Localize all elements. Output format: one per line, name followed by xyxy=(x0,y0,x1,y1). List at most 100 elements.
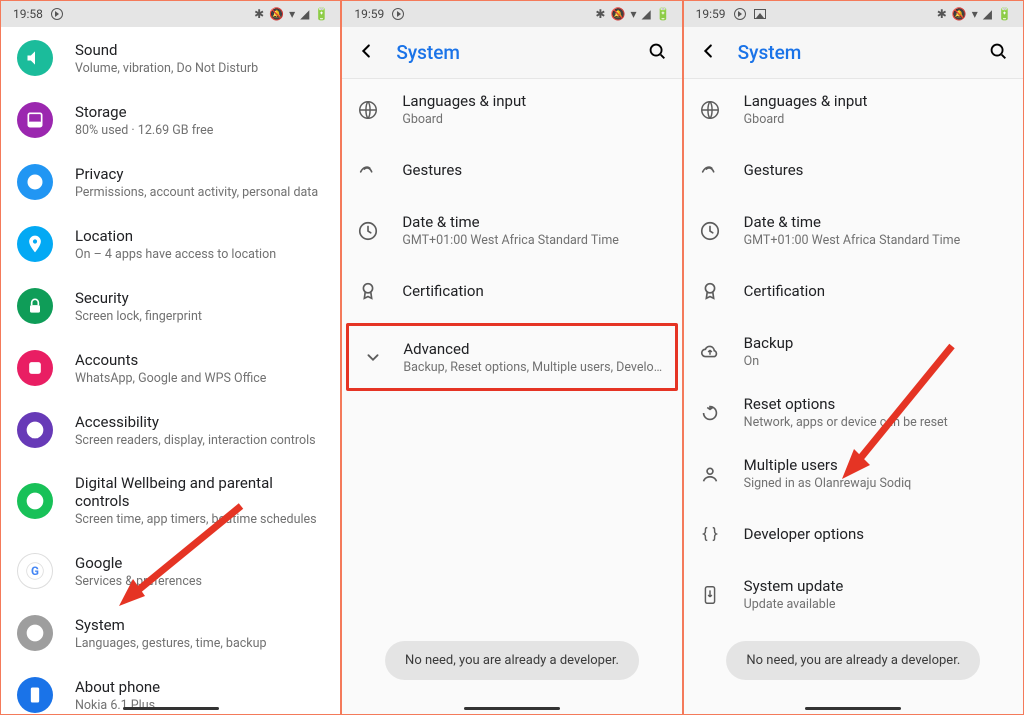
item-subtitle: 80% used · 12.69 GB free xyxy=(75,123,326,138)
settings-list[interactable]: SoundVolume, vibration, Do Not DisturbSt… xyxy=(1,27,340,714)
item-cert[interactable]: Certification xyxy=(684,261,1023,321)
privacy-icon xyxy=(17,164,53,200)
system-list-expanded[interactable]: Languages & inputGboard Gestures Date & ti… xyxy=(684,79,1023,714)
item-storage[interactable]: Storage 80% used · 12.69 GB free xyxy=(1,89,340,151)
item-subtitle: Update available xyxy=(744,597,1009,612)
item-cert[interactable]: Certification xyxy=(342,261,681,321)
item-subtitle: Volume, vibration, Do Not Disturb xyxy=(75,61,326,76)
status-bar: 19:59 ✱🔕▾◢🔋 xyxy=(684,1,1023,27)
item-wellbeing[interactable]: Digital Wellbeing and parental controlsS… xyxy=(1,461,340,540)
item-title: Certification xyxy=(744,282,1009,300)
search-button[interactable] xyxy=(646,40,668,66)
item-gestures[interactable]: Gestures xyxy=(342,140,681,200)
nav-indicator xyxy=(464,707,560,710)
item-update[interactable]: System update Update available xyxy=(684,564,1023,625)
update-icon xyxy=(698,583,722,607)
item-subtitle: Screen lock, fingerprint xyxy=(75,309,326,324)
item-location[interactable]: LocationOn – 4 apps have access to locat… xyxy=(1,213,340,275)
item-subtitle: Services & preferences xyxy=(75,574,326,589)
accessibility-icon xyxy=(17,412,53,448)
item-title: System xyxy=(75,616,326,634)
item-title: Certification xyxy=(402,282,667,300)
item-title: Multiple users xyxy=(744,456,1009,474)
settings-main-panel: 19:58 ✱🔕▾◢🔋 SoundVolume, vibration, Do N… xyxy=(0,0,341,715)
sound-icon xyxy=(17,40,53,76)
system-expanded-panel: 19:59 ✱🔕▾◢🔋 System Languages & inputGboa… xyxy=(683,0,1024,715)
item-title: System update xyxy=(744,577,1009,595)
search-button[interactable] xyxy=(987,40,1009,66)
app-header: System xyxy=(342,27,681,79)
gestures-icon xyxy=(356,158,380,182)
item-subtitle: GMT+01:00 West Africa Standard Time xyxy=(744,233,1009,248)
item-subtitle: On xyxy=(744,354,1009,369)
item-title: About phone xyxy=(75,678,326,696)
item-title: Accessibility xyxy=(75,413,326,431)
item-google[interactable]: Google Services & preferences xyxy=(1,540,340,602)
item-reset[interactable]: Reset optionsNetwork, apps or device can… xyxy=(684,382,1023,443)
status-bar: 19:59 ✱🔕▾◢🔋 xyxy=(342,1,681,27)
datetime-icon xyxy=(356,219,380,243)
cert-icon xyxy=(698,279,722,303)
item-subtitle: Permissions, account activity, personal … xyxy=(75,185,326,200)
back-button[interactable] xyxy=(698,40,720,66)
item-gestures[interactable]: Gestures xyxy=(684,140,1023,200)
google-icon xyxy=(17,553,53,589)
toast: No need, you are already a developer. xyxy=(385,641,639,680)
back-button[interactable] xyxy=(356,40,378,66)
item-title: Storage xyxy=(75,103,326,121)
item-users[interactable]: Multiple usersSigned in as Olanrewaju So… xyxy=(684,443,1023,504)
item-title: Accounts xyxy=(75,351,326,369)
item-title: Gestures xyxy=(744,161,1009,179)
storage-icon xyxy=(17,102,53,138)
item-advanced[interactable]: AdvancedBackup, Reset options, Multiple … xyxy=(357,332,666,382)
languages-icon xyxy=(356,98,380,122)
item-subtitle: Screen time, app timers, bedtime schedul… xyxy=(75,512,326,527)
item-security[interactable]: SecurityScreen lock, fingerprint xyxy=(1,275,340,337)
about-icon xyxy=(17,677,53,713)
item-title: Date & time xyxy=(744,213,1009,231)
security-icon xyxy=(17,288,53,324)
item-subtitle: Screen readers, display, interaction con… xyxy=(75,433,326,448)
system-collapsed-panel: 19:59 ✱🔕▾◢🔋 System Languages & inputGboa… xyxy=(341,0,682,715)
item-title: Reset options xyxy=(744,395,1009,413)
play-icon xyxy=(51,8,63,20)
cert-icon xyxy=(356,279,380,303)
item-title: Google xyxy=(75,554,326,572)
chevron-down-icon xyxy=(361,345,385,369)
item-title: Privacy xyxy=(75,165,326,183)
item-devopts[interactable]: Developer options xyxy=(684,504,1023,564)
status-bar: 19:58 ✱🔕▾◢🔋 xyxy=(1,1,340,27)
item-languages[interactable]: Languages & inputGboard xyxy=(342,79,681,140)
item-title: Gestures xyxy=(402,161,667,179)
item-sound[interactable]: SoundVolume, vibration, Do Not Disturb xyxy=(1,27,340,89)
item-system[interactable]: System Languages, gestures, time, backup xyxy=(1,602,340,664)
item-subtitle: Gboard xyxy=(402,112,667,127)
item-languages[interactable]: Languages & inputGboard xyxy=(684,79,1023,140)
status-icons: ✱🔕▾◢🔋 xyxy=(937,7,1013,21)
system-list[interactable]: Languages & inputGboard Gestures Date & ti… xyxy=(342,79,681,714)
item-subtitle: Gboard xyxy=(744,112,1009,127)
nav-indicator xyxy=(805,707,901,710)
item-subtitle: WhatsApp, Google and WPS Office xyxy=(75,371,326,386)
nav-indicator xyxy=(123,707,219,710)
item-title: Developer options xyxy=(744,525,1009,543)
datetime-icon xyxy=(698,219,722,243)
header-title: System xyxy=(738,41,802,64)
item-title: Location xyxy=(75,227,326,245)
item-title: Backup xyxy=(744,334,1009,352)
item-datetime[interactable]: Date & time GMT+01:00 West Africa Standar… xyxy=(684,200,1023,261)
item-subtitle: Backup, Reset options, Multiple users, D… xyxy=(403,360,662,375)
item-privacy[interactable]: Privacy Permissions, account activity, pe… xyxy=(1,151,340,213)
location-icon xyxy=(17,226,53,262)
status-time: 19:59 xyxy=(696,7,726,21)
item-accounts[interactable]: Accounts WhatsApp, Google and WPS Office xyxy=(1,337,340,399)
toast: No need, you are already a developer. xyxy=(726,641,980,680)
item-datetime[interactable]: Date & timeGMT+01:00 West Africa Standar… xyxy=(342,200,681,261)
gestures-icon xyxy=(698,158,722,182)
item-title: Date & time xyxy=(402,213,667,231)
item-subtitle: Languages, gestures, time, backup xyxy=(75,636,326,651)
item-accessibility[interactable]: Accessibility Screen readers, display, in… xyxy=(1,399,340,461)
item-backup[interactable]: Backup On xyxy=(684,321,1023,382)
devopts-icon xyxy=(698,522,722,546)
wellbeing-icon xyxy=(17,483,53,519)
